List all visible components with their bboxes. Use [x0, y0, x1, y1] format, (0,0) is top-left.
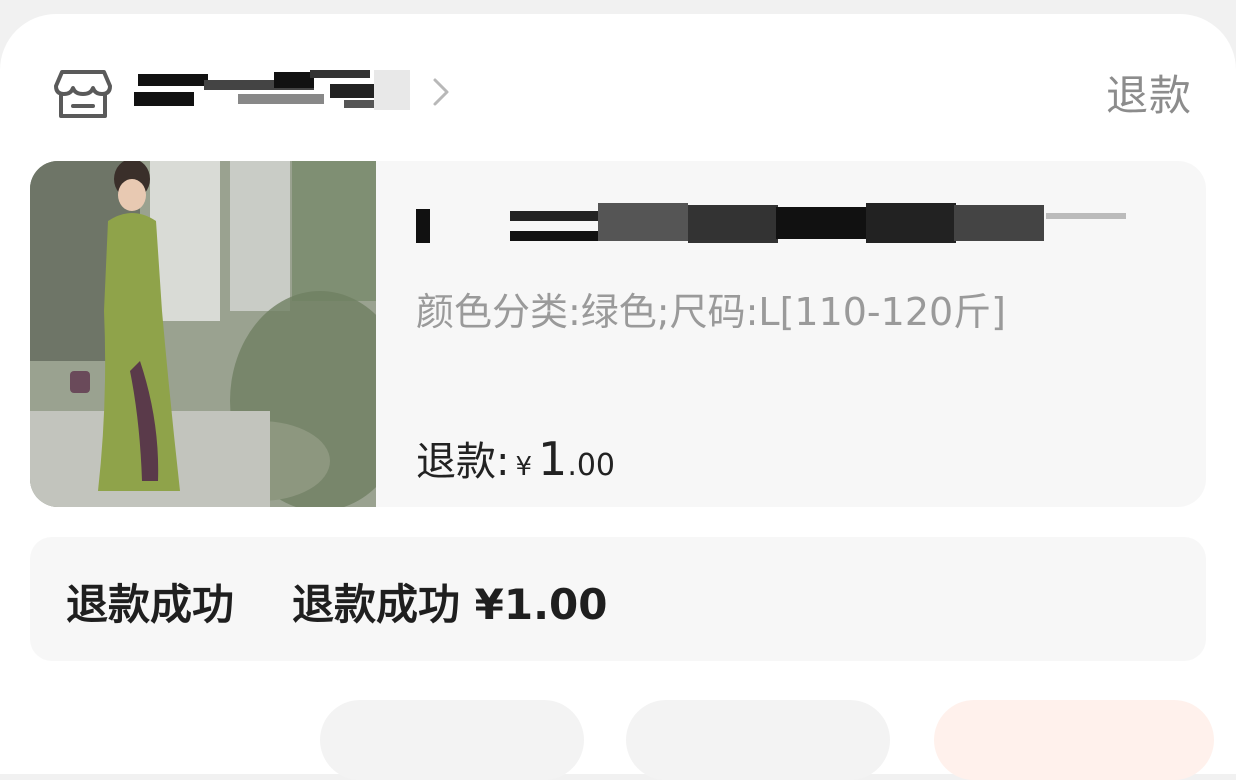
action-button-2[interactable] [626, 700, 890, 780]
action-button-3[interactable] [934, 700, 1214, 780]
order-card: 退款 颜色分类:绿色;尺码:L[110-120斤] 退款: ¥ 1 .00 退款… [0, 14, 1236, 780]
store-icon[interactable] [52, 66, 114, 122]
product-item[interactable]: 颜色分类:绿色;尺码:L[110-120斤] 退款: ¥ 1 .00 [30, 161, 1206, 507]
product-spec: 颜色分类:绿色;尺码:L[110-120斤] [416, 290, 1007, 334]
refund-amount-label: 退款: [416, 439, 510, 485]
currency-symbol: ¥ [515, 452, 533, 482]
chevron-right-icon[interactable] [428, 74, 454, 110]
refund-amount-decimal: .00 [567, 448, 616, 483]
shop-name-redacted[interactable] [134, 70, 410, 112]
refund-amount-integer: 1 [538, 432, 568, 486]
refund-amount: 退款: ¥ 1 .00 [416, 429, 615, 487]
product-title-redacted[interactable] [416, 201, 1132, 249]
product-thumbnail[interactable] [30, 161, 376, 507]
refund-status-row[interactable]: 退款成功 退款成功 ¥1.00 [30, 537, 1206, 661]
refund-status-description: 退款成功 ¥1.00 [292, 580, 608, 629]
refund-status-title: 退款成功 [66, 580, 235, 629]
action-button-1[interactable] [320, 700, 584, 780]
order-status-tag: 退款 [1105, 71, 1192, 120]
